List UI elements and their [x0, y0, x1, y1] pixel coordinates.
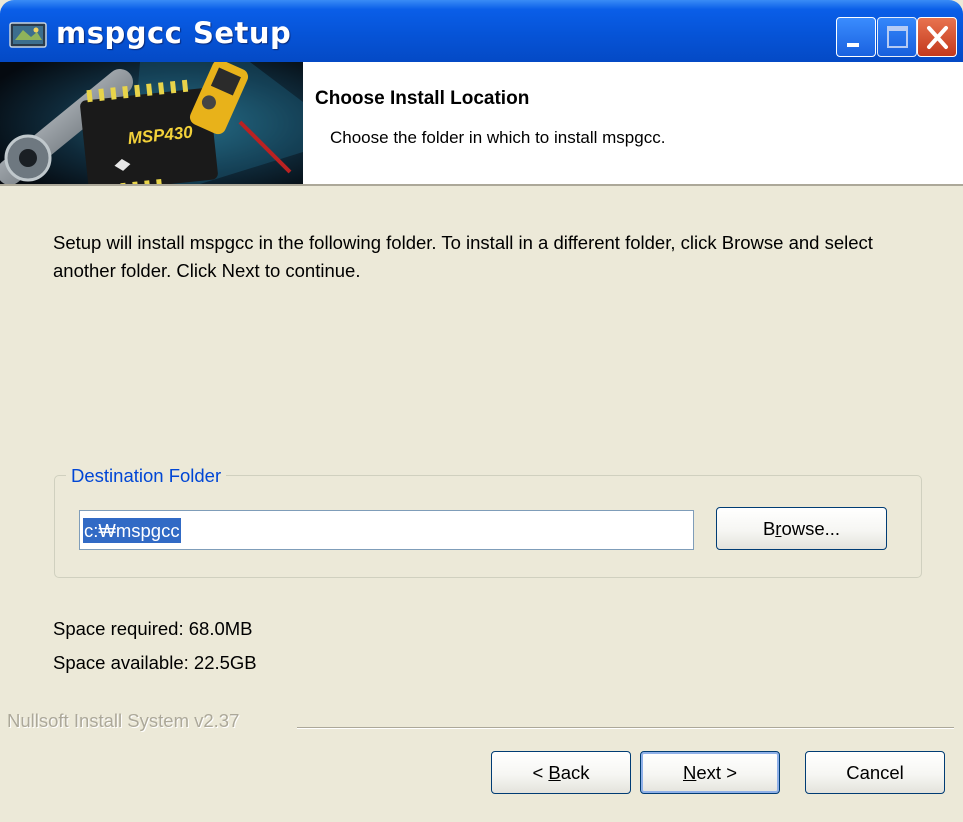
- maximize-icon: [887, 26, 908, 48]
- close-button[interactable]: [917, 17, 957, 57]
- space-available: Space available: 22.5GB: [53, 652, 257, 673]
- space-required: Space required: 68.0MB: [53, 618, 253, 639]
- browse-label-suffix: owse...: [781, 518, 841, 539]
- app-icon: [9, 22, 47, 48]
- back-button[interactable]: < Back: [491, 751, 631, 794]
- maximize-button[interactable]: [877, 17, 917, 57]
- page-subtitle: Choose the folder in which to install ms…: [330, 128, 666, 147]
- browse-button[interactable]: Browse...: [716, 507, 887, 550]
- back-label-suffix: ack: [560, 762, 590, 783]
- destination-path-input[interactable]: c:₩mspgcc: [79, 510, 694, 550]
- minimize-icon: [847, 43, 859, 47]
- browse-label-prefix: B: [762, 518, 776, 539]
- minimize-button[interactable]: [836, 17, 876, 57]
- cancel-button[interactable]: Cancel: [805, 751, 945, 794]
- branding-divider: [297, 727, 954, 729]
- back-label-accelerator: B: [548, 762, 561, 783]
- window-title: mspgcc Setup: [56, 16, 292, 50]
- next-label-accelerator: N: [683, 762, 697, 783]
- destination-path-value: c:₩mspgcc: [83, 518, 181, 543]
- page-title: Choose Install Location: [315, 88, 530, 109]
- header-banner-image: MSP430: [0, 62, 303, 184]
- intro-text: Setup will install mspgcc in the followi…: [53, 232, 873, 281]
- close-icon: [927, 26, 948, 49]
- destination-folder-label: Destination Folder: [66, 465, 227, 487]
- next-button[interactable]: Next >: [640, 751, 780, 794]
- installer-branding: Nullsoft Install System v2.37: [7, 710, 240, 731]
- back-label-prefix: <: [532, 762, 549, 783]
- wizard-header: MSP430 Choose Install Location Choose th…: [0, 62, 963, 186]
- next-label-suffix: ext >: [696, 762, 737, 783]
